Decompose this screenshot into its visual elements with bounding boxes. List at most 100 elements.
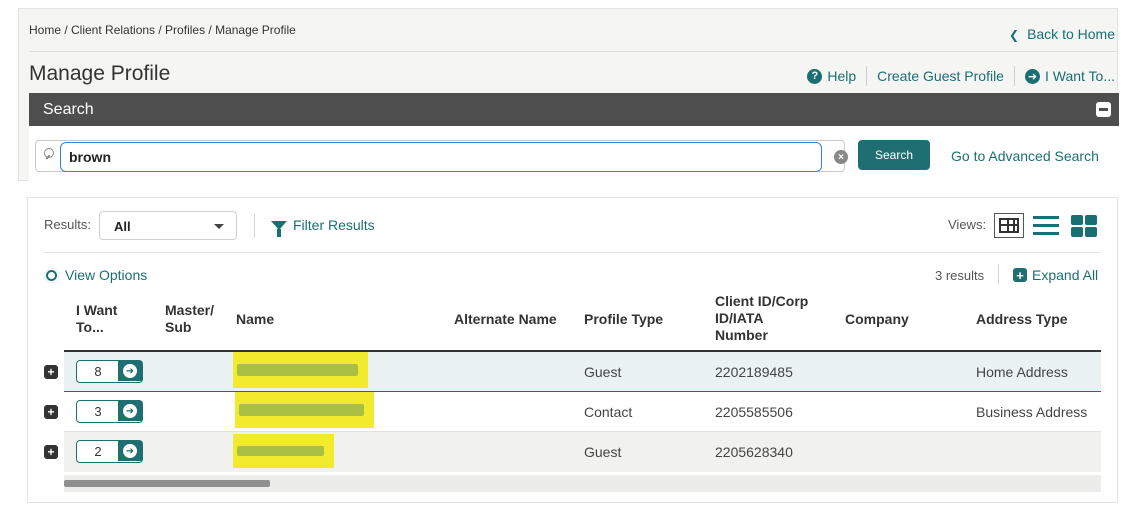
table-row[interactable]: + 8 ➜ Guest 2202189485 Home Address [44, 352, 1101, 392]
i-want-to-menu[interactable]: ➜ I Want To... [1024, 68, 1115, 84]
column-header-profile-type: Profile Type [584, 311, 664, 327]
filter-icon [271, 220, 287, 237]
client-id-cell: 2202189485 [715, 364, 793, 380]
caret-down-icon [214, 224, 224, 229]
profile-type-cell: Guest [584, 444, 622, 460]
expand-all-label: Expand All [1032, 267, 1099, 283]
profile-type-cell: Contact [584, 404, 633, 420]
column-header-name: Name [236, 311, 275, 327]
client-id-cell: 2205585506 [715, 404, 793, 420]
i-want-to-count: 2 [94, 444, 102, 459]
search-panel: Home / Client Relations / Profiles / Man… [18, 8, 1119, 182]
table-row[interactable]: + 3 ➜ Contact 2205585506 Business Address [44, 392, 1101, 432]
create-guest-profile-link[interactable]: Create Guest Profile [877, 68, 1004, 84]
row-background [64, 392, 1101, 432]
search-button[interactable]: Search [858, 140, 930, 170]
view-options-label: View Options [65, 267, 148, 283]
i-want-to-count: 8 [94, 364, 102, 379]
search-input[interactable] [60, 142, 822, 172]
table-view-icon [999, 218, 1019, 233]
expand-row-button[interactable]: + [44, 405, 58, 419]
back-to-home-link[interactable]: ❮ Back to Home [1009, 26, 1115, 42]
top-links: ? Help Create Guest Profile ➜ I Want To... [807, 66, 1115, 86]
redacted-name [235, 392, 374, 428]
chevron-left-icon: ❮ [1009, 28, 1020, 42]
help-icon: ? [807, 68, 823, 84]
expand-all-link[interactable]: + Expand All [1013, 267, 1098, 283]
table-row[interactable]: + 2 ➜ Guest 2205628340 [44, 432, 1101, 472]
gear-icon [44, 267, 59, 283]
collapse-button[interactable] [1096, 102, 1111, 117]
scrollbar-thumb[interactable] [64, 480, 270, 487]
list-view-icon [1033, 224, 1059, 227]
i-want-to-button[interactable]: 3 ➜ [76, 400, 143, 423]
search-icon [44, 148, 54, 158]
redaction-bar [239, 404, 364, 416]
i-want-to-button[interactable]: 8 ➜ [76, 360, 143, 383]
profile-type-cell: Guest [584, 364, 622, 380]
results-label: Results: [44, 217, 91, 232]
table-view-button[interactable] [994, 213, 1024, 238]
help-link[interactable]: ? Help [807, 68, 856, 84]
list-view-icon [1033, 232, 1059, 235]
filter-results-label: Filter Results [293, 217, 375, 233]
views-label: Views: [948, 217, 987, 232]
column-header-address-type: Address Type [976, 311, 1068, 327]
arrow-right-circle-icon: ➜ [1024, 68, 1040, 84]
client-id-cell: 2205628340 [715, 444, 793, 460]
results-count: 3 results [935, 268, 985, 283]
results-filter-value: All [114, 219, 131, 234]
page-title: Manage Profile [29, 62, 171, 85]
redacted-name [233, 434, 334, 468]
view-options-link[interactable]: View Options [44, 267, 147, 283]
tile-view-icon [1071, 227, 1083, 237]
plus-icon: + [1013, 268, 1027, 282]
address-type-cell: Home Address [976, 364, 1068, 380]
search-area: × Search Go to Advanced Search [29, 126, 1119, 182]
column-header-client-id: Client ID/Corp ID/IATA Number [715, 293, 809, 343]
help-label: Help [827, 68, 857, 84]
expand-row-button[interactable]: + [44, 445, 58, 459]
divider [1013, 66, 1015, 86]
divider [866, 66, 868, 86]
tile-view-icon [1071, 215, 1083, 225]
column-header-alternate-name: Alternate Name [454, 311, 557, 327]
search-section-title: Search [43, 101, 94, 118]
tile-view-icon [1085, 227, 1097, 237]
column-header-i-want-to: I Want To... [76, 302, 118, 335]
back-to-home-label: Back to Home [1027, 26, 1115, 42]
go-icon-box: ➜ [118, 401, 142, 421]
advanced-search-link[interactable]: Go to Advanced Search [951, 148, 1099, 164]
i-want-to-button[interactable]: 2 ➜ [76, 440, 143, 463]
clear-icon[interactable]: × [834, 150, 848, 164]
divider [29, 51, 1117, 52]
divider [254, 214, 255, 238]
list-view-button[interactable] [1033, 216, 1059, 236]
expand-row-button[interactable]: + [44, 365, 58, 379]
minus-icon [1099, 108, 1108, 111]
arrow-right-icon: ➜ [123, 364, 137, 378]
address-type-cell: Business Address [976, 404, 1088, 420]
breadcrumb: Home / Client Relations / Profiles / Man… [29, 23, 296, 37]
row-background [64, 432, 1101, 472]
i-want-to-label: I Want To... [1044, 68, 1115, 84]
search-section-header: Search [29, 93, 1119, 126]
go-icon-box: ➜ [118, 441, 142, 461]
tile-view-button[interactable] [1071, 215, 1097, 237]
redaction-bar [237, 446, 324, 456]
column-header-master-sub: Master/ Sub [165, 302, 215, 335]
arrow-right-icon: ➜ [123, 404, 137, 418]
redacted-name [233, 352, 368, 388]
results-panel: Results: All Filter Results Views: View … [27, 197, 1118, 503]
list-view-icon [1033, 216, 1059, 219]
i-want-to-count: 3 [94, 404, 102, 419]
filter-results-link[interactable]: Filter Results [271, 217, 375, 237]
row-background [64, 352, 1101, 392]
arrow-right-icon: ➜ [123, 444, 137, 458]
column-header-company: Company [845, 311, 909, 327]
divider [44, 252, 1101, 253]
results-filter-select[interactable]: All [99, 211, 237, 240]
divider [998, 264, 999, 284]
redaction-bar [237, 364, 358, 376]
tile-view-icon [1085, 215, 1097, 225]
